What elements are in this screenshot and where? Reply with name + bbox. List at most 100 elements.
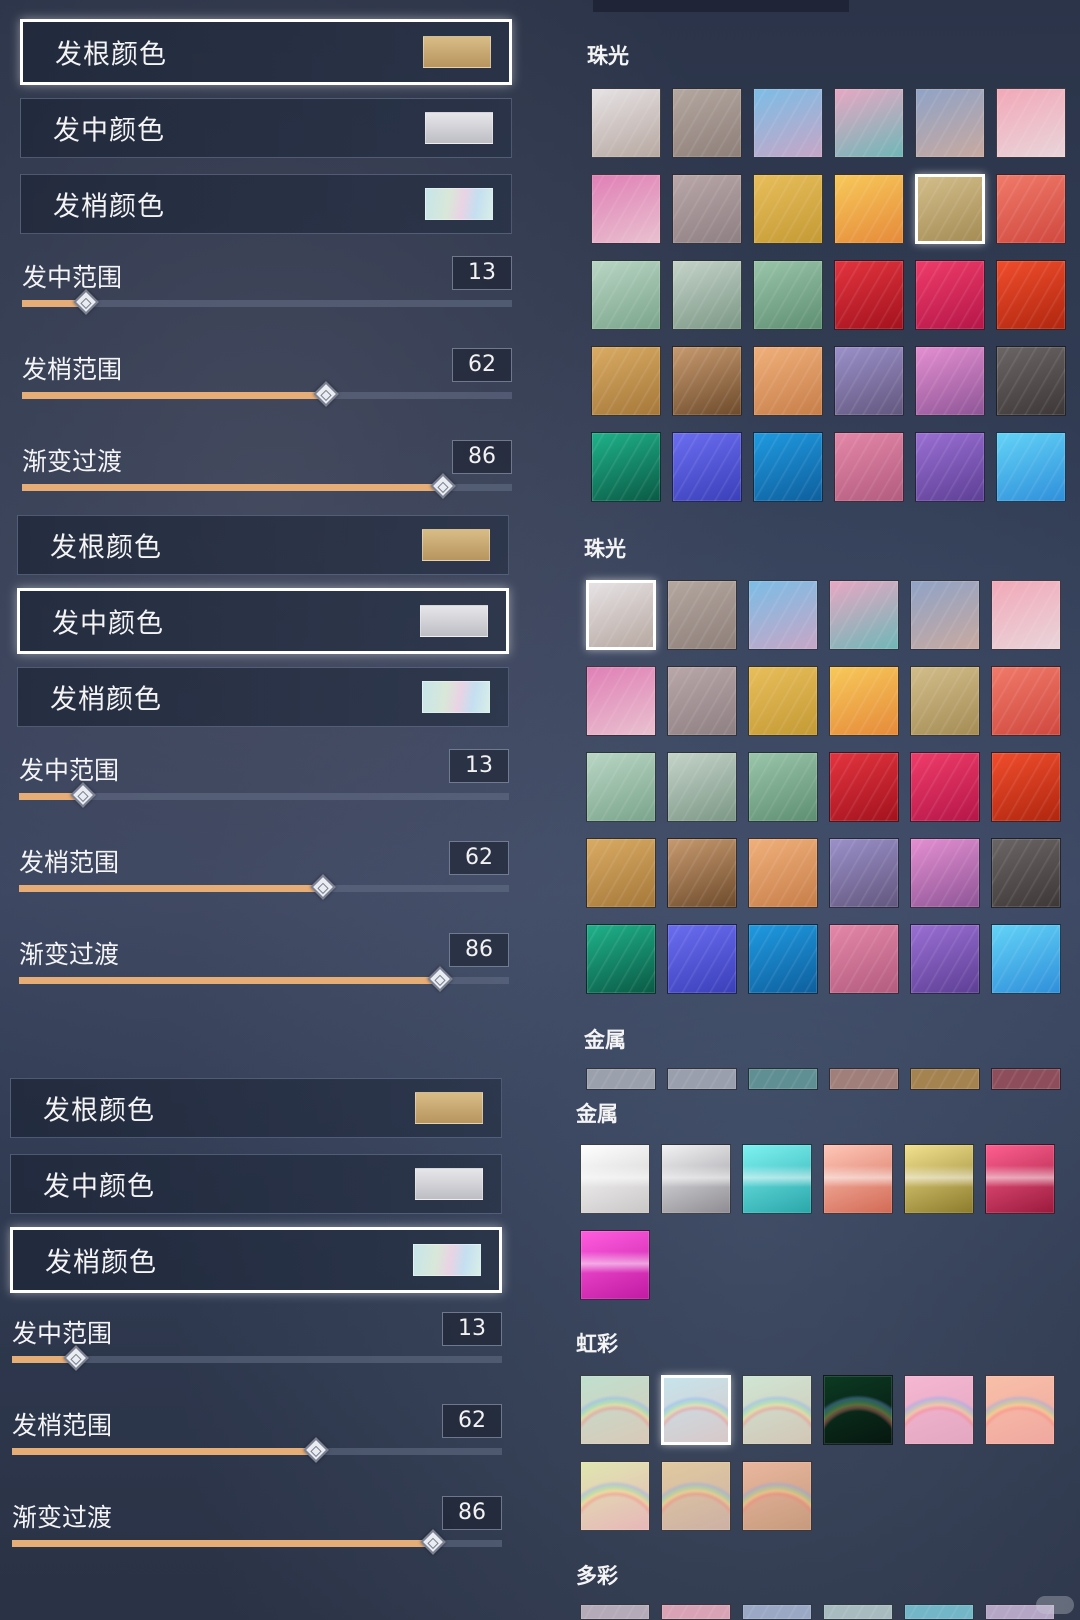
- hair-color-option[interactable]: 发梢颜色: [10, 1227, 502, 1293]
- palette-color-tile[interactable]: [580, 1461, 650, 1531]
- palette-color-tile[interactable]: [586, 1068, 656, 1090]
- palette-color-tile[interactable]: [748, 580, 818, 650]
- slider-value-input[interactable]: 13: [449, 749, 509, 783]
- palette-color-tile[interactable]: [985, 1144, 1055, 1214]
- palette-color-tile[interactable]: [991, 1068, 1061, 1090]
- slider-handle[interactable]: [310, 874, 336, 900]
- palette-color-tile[interactable]: [834, 260, 904, 330]
- palette-color-tile[interactable]: [915, 260, 985, 330]
- palette-color-tile[interactable]: [991, 666, 1061, 736]
- palette-color-tile[interactable]: [915, 346, 985, 416]
- palette-color-tile[interactable]: [672, 432, 742, 502]
- palette-color-tile[interactable]: [996, 346, 1066, 416]
- palette-color-tile[interactable]: [915, 432, 985, 502]
- hair-color-option[interactable]: 发根颜色: [10, 1078, 502, 1138]
- palette-color-tile[interactable]: [742, 1604, 812, 1620]
- palette-color-tile[interactable]: [996, 260, 1066, 330]
- palette-color-tile[interactable]: [904, 1375, 974, 1445]
- palette-color-tile[interactable]: [672, 88, 742, 158]
- palette-color-tile[interactable]: [591, 432, 661, 502]
- palette-color-tile[interactable]: [667, 752, 737, 822]
- palette-color-tile[interactable]: [586, 666, 656, 736]
- palette-color-tile[interactable]: [915, 88, 985, 158]
- palette-color-tile[interactable]: [667, 838, 737, 908]
- palette-color-tile[interactable]: [667, 1068, 737, 1090]
- palette-color-tile[interactable]: [829, 580, 899, 650]
- slider-track[interactable]: [12, 1345, 502, 1371]
- palette-color-tile[interactable]: [834, 174, 904, 244]
- palette-color-tile[interactable]: [829, 752, 899, 822]
- palette-color-tile[interactable]: [904, 1144, 974, 1214]
- palette-color-tile[interactable]: [910, 752, 980, 822]
- palette-color-tile[interactable]: [748, 1068, 818, 1090]
- hair-color-option[interactable]: 发根颜色: [20, 19, 512, 85]
- palette-color-tile[interactable]: [661, 1375, 731, 1445]
- palette-color-tile[interactable]: [748, 666, 818, 736]
- hair-color-option[interactable]: 发中颜色: [20, 98, 512, 158]
- slider-track[interactable]: [12, 1529, 502, 1555]
- slider-handle[interactable]: [303, 1437, 329, 1463]
- slider-value-input[interactable]: 86: [452, 440, 512, 474]
- palette-color-tile[interactable]: [661, 1461, 731, 1531]
- slider-track[interactable]: [19, 782, 509, 808]
- palette-color-tile[interactable]: [591, 260, 661, 330]
- palette-color-tile[interactable]: [591, 88, 661, 158]
- palette-color-tile[interactable]: [829, 924, 899, 994]
- palette-color-tile[interactable]: [915, 174, 985, 244]
- palette-color-tile[interactable]: [991, 580, 1061, 650]
- palette-color-tile[interactable]: [834, 432, 904, 502]
- palette-color-tile[interactable]: [991, 752, 1061, 822]
- slider-track[interactable]: [19, 874, 509, 900]
- palette-color-tile[interactable]: [753, 174, 823, 244]
- slider-track[interactable]: [22, 381, 512, 407]
- palette-color-tile[interactable]: [910, 1068, 980, 1090]
- palette-color-tile[interactable]: [834, 346, 904, 416]
- palette-color-tile[interactable]: [996, 432, 1066, 502]
- palette-color-tile[interactable]: [904, 1604, 974, 1620]
- palette-color-tile[interactable]: [661, 1604, 731, 1620]
- hair-color-option[interactable]: 发中颜色: [17, 588, 509, 654]
- palette-color-tile[interactable]: [823, 1375, 893, 1445]
- palette-color-tile[interactable]: [667, 924, 737, 994]
- palette-color-tile[interactable]: [586, 580, 656, 650]
- palette-color-tile[interactable]: [910, 666, 980, 736]
- palette-color-tile[interactable]: [910, 838, 980, 908]
- slider-value-input[interactable]: 13: [442, 1312, 502, 1346]
- hair-color-option[interactable]: 发根颜色: [17, 515, 509, 575]
- palette-color-tile[interactable]: [834, 88, 904, 158]
- slider-value-input[interactable]: 62: [452, 348, 512, 382]
- palette-color-tile[interactable]: [985, 1375, 1055, 1445]
- palette-color-tile[interactable]: [823, 1604, 893, 1620]
- palette-color-tile[interactable]: [829, 838, 899, 908]
- slider-value-input[interactable]: 62: [449, 841, 509, 875]
- palette-color-tile[interactable]: [823, 1144, 893, 1214]
- slider-value-input[interactable]: 13: [452, 256, 512, 290]
- slider-value-input[interactable]: 86: [442, 1496, 502, 1530]
- slider-track[interactable]: [12, 1437, 502, 1463]
- top-filter-bar[interactable]: [593, 0, 849, 12]
- palette-color-tile[interactable]: [580, 1604, 650, 1620]
- slider-value-input[interactable]: 62: [442, 1404, 502, 1438]
- palette-color-tile[interactable]: [580, 1230, 650, 1300]
- slider-track[interactable]: [22, 289, 512, 315]
- palette-color-tile[interactable]: [591, 174, 661, 244]
- palette-color-tile[interactable]: [829, 1068, 899, 1090]
- slider-handle[interactable]: [313, 381, 339, 407]
- palette-color-tile[interactable]: [661, 1144, 731, 1214]
- palette-color-tile[interactable]: [748, 924, 818, 994]
- slider-track[interactable]: [19, 966, 509, 992]
- slider-handle[interactable]: [427, 966, 454, 992]
- palette-color-tile[interactable]: [580, 1375, 650, 1445]
- palette-color-tile[interactable]: [742, 1144, 812, 1214]
- palette-color-tile[interactable]: [748, 838, 818, 908]
- palette-color-tile[interactable]: [742, 1461, 812, 1531]
- slider-value-input[interactable]: 86: [449, 933, 509, 967]
- palette-color-tile[interactable]: [910, 924, 980, 994]
- palette-color-tile[interactable]: [586, 752, 656, 822]
- palette-color-tile[interactable]: [991, 924, 1061, 994]
- palette-color-tile[interactable]: [742, 1375, 812, 1445]
- palette-color-tile[interactable]: [829, 666, 899, 736]
- palette-color-tile[interactable]: [991, 838, 1061, 908]
- palette-color-tile[interactable]: [910, 580, 980, 650]
- palette-color-tile[interactable]: [672, 260, 742, 330]
